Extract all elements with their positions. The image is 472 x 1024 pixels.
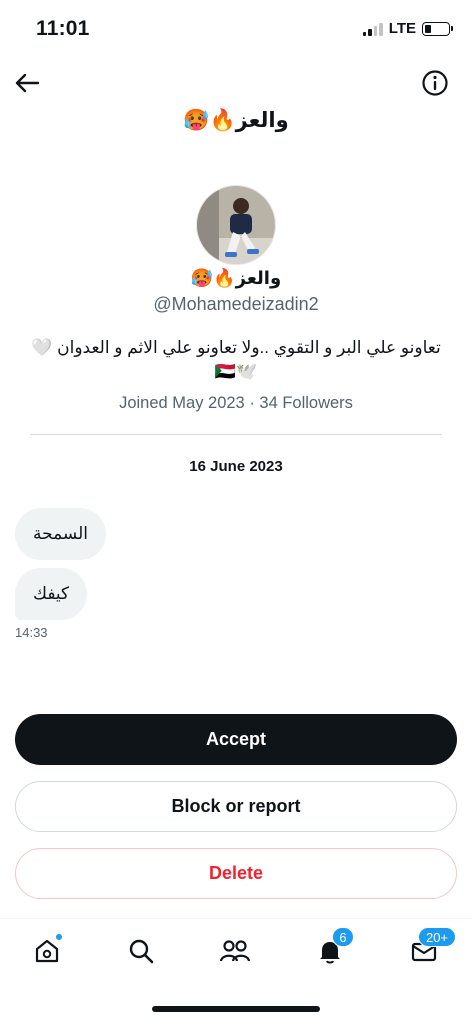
network-label: LTE <box>388 20 416 37</box>
delete-button[interactable]: Delete <box>15 848 457 899</box>
signal-icon <box>362 22 383 36</box>
accept-button[interactable]: Accept <box>15 714 457 765</box>
tab-messages[interactable]: 20+ <box>406 927 456 969</box>
profile-handle[interactable]: @Mohamedeizadin2 <box>0 294 472 315</box>
conversation-title: والعز🔥🥵 <box>183 109 289 132</box>
message-bubble[interactable]: السمحة <box>15 508 106 560</box>
profile-photo <box>197 186 275 264</box>
tab-notifications[interactable]: 6 <box>312 927 354 969</box>
date-separator: 16 June 2023 <box>189 458 283 475</box>
status-bar: 11:01 LTE <box>0 0 472 56</box>
profile-bio: تعاونو علي البر و التقوي ..ولا تعاونو عل… <box>31 338 441 381</box>
notifications-badge: 6 <box>332 927 354 947</box>
tab-communities[interactable] <box>217 933 253 969</box>
communities-icon <box>219 940 251 962</box>
block-or-report-button[interactable]: Block or report <box>15 781 457 832</box>
top-nav <box>0 62 472 106</box>
back-button[interactable] <box>10 66 44 100</box>
search-icon <box>129 939 154 964</box>
avatar[interactable] <box>196 185 276 265</box>
status-time: 11:01 <box>36 17 90 40</box>
info-circle-icon <box>422 70 448 96</box>
status-indicators: LTE <box>362 20 453 37</box>
home-notification-dot <box>55 933 63 941</box>
arrow-left-icon <box>15 73 40 93</box>
divider <box>30 434 442 435</box>
tab-search[interactable] <box>123 933 159 969</box>
tab-home[interactable] <box>29 933 65 969</box>
profile-meta: Joined May 2023 · 34 Followers <box>119 394 353 412</box>
message-timestamp: 14:33 <box>15 625 48 640</box>
bottom-tab-bar: 6 20+ <box>0 918 472 982</box>
battery-icon <box>422 21 453 36</box>
info-button[interactable] <box>418 66 452 100</box>
home-indicator <box>152 1006 320 1012</box>
profile-name: والعز🔥🥵 <box>190 268 282 288</box>
messages-badge: 20+ <box>418 927 456 947</box>
message-bubble[interactable]: كيفك <box>15 568 88 620</box>
home-icon <box>35 939 59 963</box>
